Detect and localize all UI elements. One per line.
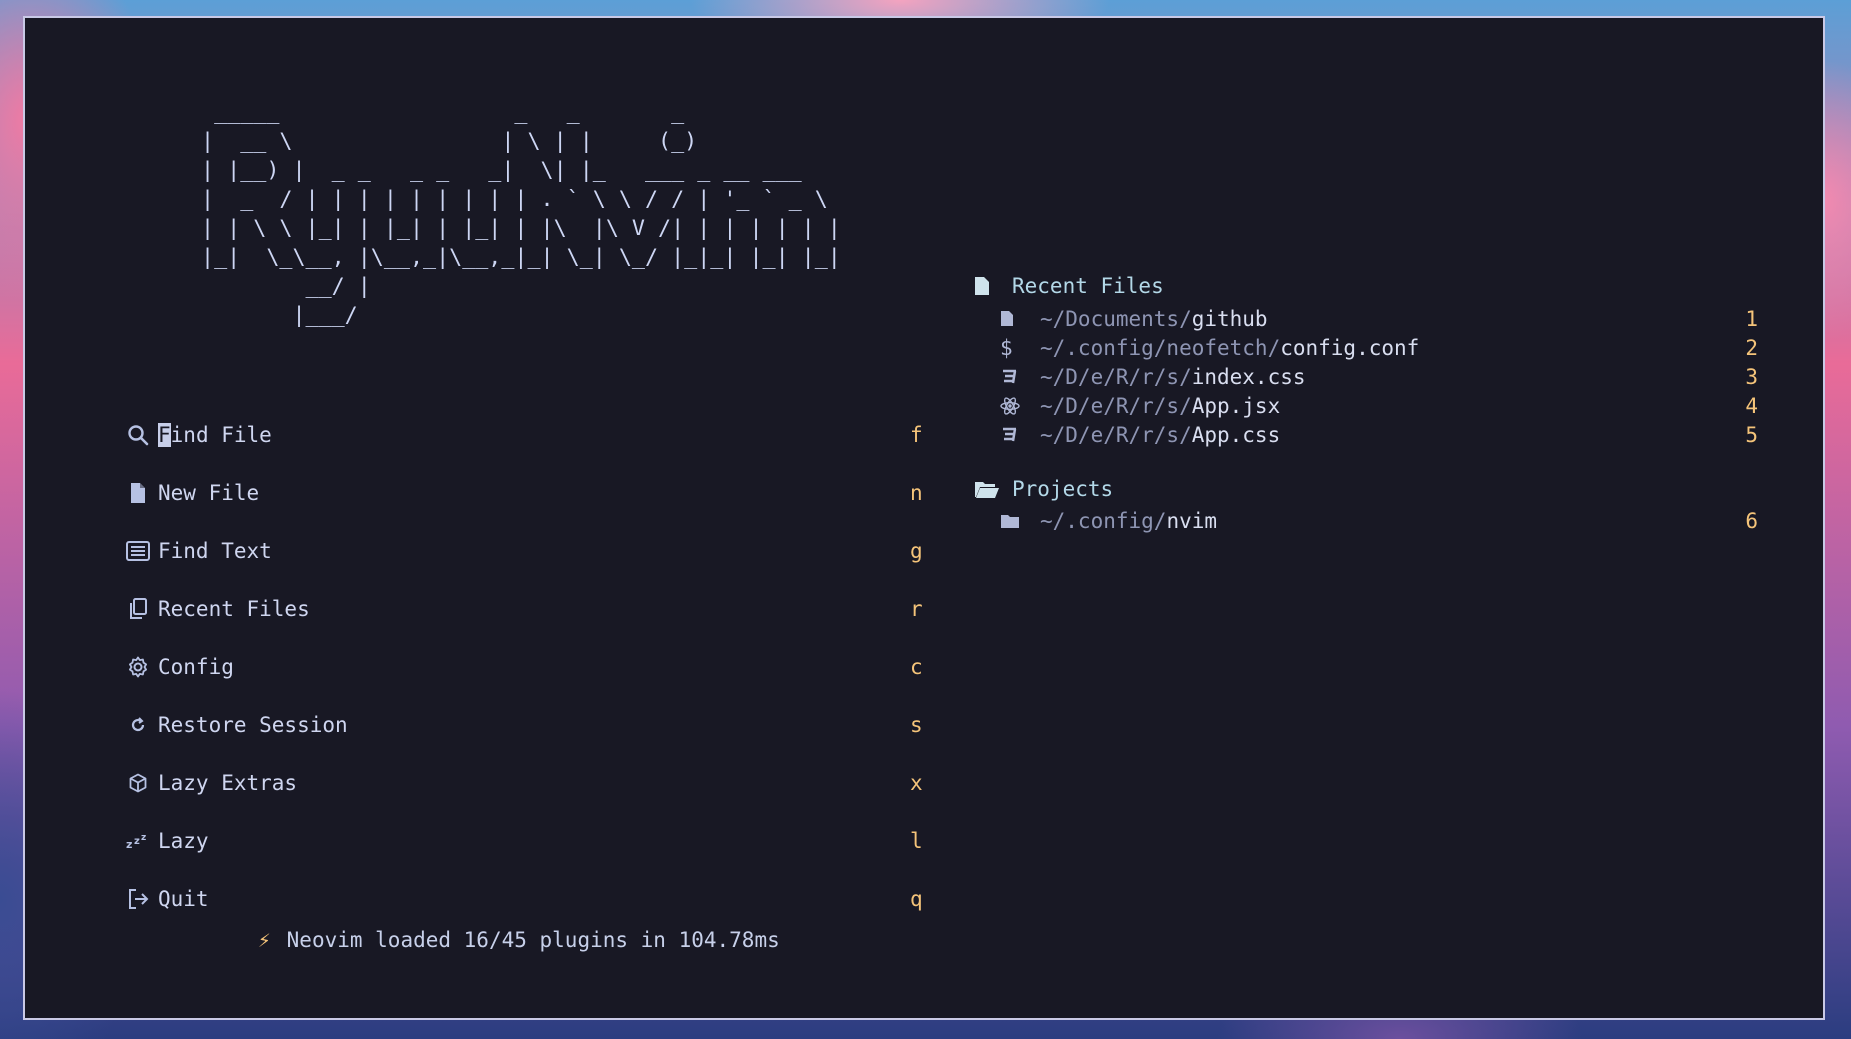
terminal-window: _____ _ _ _ | __ \ | \ | | (_) | |__) | … bbox=[23, 16, 1825, 1020]
projects-title-label: Projects bbox=[1012, 477, 1114, 501]
menu-item-config[interactable]: Config c bbox=[118, 647, 938, 687]
menu-item-label: Config bbox=[158, 655, 234, 679]
menu-item-label: Find File bbox=[158, 423, 272, 447]
file-dir: ~/D/e/R/r/s/ bbox=[1040, 364, 1192, 389]
menu-key: f bbox=[910, 423, 923, 447]
menu-key: n bbox=[910, 481, 923, 505]
menu-item-label: New File bbox=[158, 481, 260, 505]
file-key: 1 bbox=[1745, 306, 1758, 331]
dashboard-header-ascii-art: _____ _ _ _ | __ \ | \ | | (_) | |__) | … bbox=[201, 100, 841, 328]
folder-open-icon bbox=[974, 479, 1012, 499]
menu-item-label: Find Text bbox=[158, 539, 272, 563]
file-dir: ~/Documents/ bbox=[1040, 306, 1192, 331]
file-icon bbox=[118, 482, 158, 504]
file-key: 4 bbox=[1745, 393, 1758, 418]
recent-file-item[interactable]: ~/D/e/R/r/s/App.jsx 4 bbox=[1000, 391, 1758, 420]
sleep-icon: zzz bbox=[118, 833, 158, 849]
recent-files-title: Recent Files bbox=[974, 274, 1164, 298]
menu-item-find-file[interactable]: Find File f bbox=[118, 415, 938, 455]
menu-item-new-file[interactable]: New File n bbox=[118, 473, 938, 513]
menu-item-label: Lazy Extras bbox=[158, 771, 298, 795]
menu-item-label: Lazy bbox=[158, 829, 209, 853]
menu-item-find-text[interactable]: Find Text g bbox=[118, 531, 938, 571]
search-icon bbox=[118, 424, 158, 446]
project-item[interactable]: ~/.config/nvim 6 bbox=[1000, 506, 1758, 535]
menu-key: c bbox=[910, 655, 923, 679]
file-key: 6 bbox=[1745, 508, 1758, 533]
menu-key: g bbox=[910, 539, 923, 563]
file-dir: ~/D/e/R/r/s/ bbox=[1040, 393, 1192, 418]
menu-item-label: Restore Session bbox=[158, 713, 348, 737]
css-icon bbox=[1000, 369, 1040, 385]
file-name: github bbox=[1191, 306, 1268, 331]
file-key: 3 bbox=[1745, 364, 1758, 389]
file-name: index.css bbox=[1191, 364, 1306, 389]
startup-stats-text: Neovim loaded 16/45 plugins in 104.78ms bbox=[286, 928, 780, 952]
menu-item-lazy-extras[interactable]: Lazy Extras x bbox=[118, 763, 938, 803]
restore-icon bbox=[118, 717, 158, 733]
file-key: 2 bbox=[1745, 335, 1758, 360]
cube-icon bbox=[118, 773, 158, 793]
folder-icon bbox=[1000, 513, 1040, 529]
lightning-icon: ⚡ bbox=[258, 928, 271, 952]
menu-item-quit[interactable]: Quit q bbox=[118, 879, 938, 919]
recent-file-item[interactable]: ~/D/e/R/r/s/index.css 3 bbox=[1000, 362, 1758, 391]
menu-item-label: Recent Files bbox=[158, 597, 310, 621]
menu-item-label: Quit bbox=[158, 887, 209, 911]
menu-item-restore-session[interactable]: Restore Session s bbox=[118, 705, 938, 745]
menu-item-recent-files[interactable]: Recent Files r bbox=[118, 589, 938, 629]
file-icon bbox=[1000, 310, 1040, 327]
recent-file-item[interactable]: ~/D/e/R/r/s/App.css 5 bbox=[1000, 420, 1758, 449]
file-name: App.css bbox=[1191, 422, 1281, 447]
file-dir: ~/.config/ bbox=[1040, 508, 1167, 533]
recent-file-item[interactable]: $ ~/.config/neofetch/config.conf 2 bbox=[1000, 333, 1758, 362]
projects-title: Projects bbox=[974, 477, 1113, 501]
recent-files-title-label: Recent Files bbox=[1012, 274, 1164, 298]
recent-file-item[interactable]: ~/Documents/github 1 bbox=[1000, 304, 1758, 333]
menu-item-lazy[interactable]: zzz Lazy l bbox=[118, 821, 938, 861]
menu-key: q bbox=[910, 887, 923, 911]
svg-text:z: z bbox=[141, 833, 146, 843]
file-dir: ~/.config/neofetch/ bbox=[1040, 335, 1281, 360]
exit-icon bbox=[118, 888, 158, 910]
gear-icon bbox=[118, 656, 158, 678]
file-icon bbox=[974, 276, 1012, 296]
file-name: nvim bbox=[1166, 508, 1218, 533]
file-key: 5 bbox=[1745, 422, 1758, 447]
svg-text:z: z bbox=[134, 836, 140, 847]
file-name: App.jsx bbox=[1191, 393, 1281, 418]
menu-key: x bbox=[910, 771, 923, 795]
menu-key: s bbox=[910, 713, 923, 737]
menu-key: l bbox=[910, 829, 923, 853]
startup-stats: ⚡ Neovim loaded 16/45 plugins in 104.78m… bbox=[258, 928, 780, 952]
css-icon bbox=[1000, 427, 1040, 443]
svg-text:z: z bbox=[126, 838, 132, 849]
text-search-icon bbox=[118, 541, 158, 561]
menu-key: r bbox=[910, 597, 923, 621]
copy-files-icon bbox=[118, 598, 158, 620]
dollar-icon: $ bbox=[1000, 335, 1013, 360]
file-name: config.conf bbox=[1280, 335, 1420, 360]
react-icon bbox=[1000, 396, 1040, 415]
file-dir: ~/D/e/R/r/s/ bbox=[1040, 422, 1192, 447]
